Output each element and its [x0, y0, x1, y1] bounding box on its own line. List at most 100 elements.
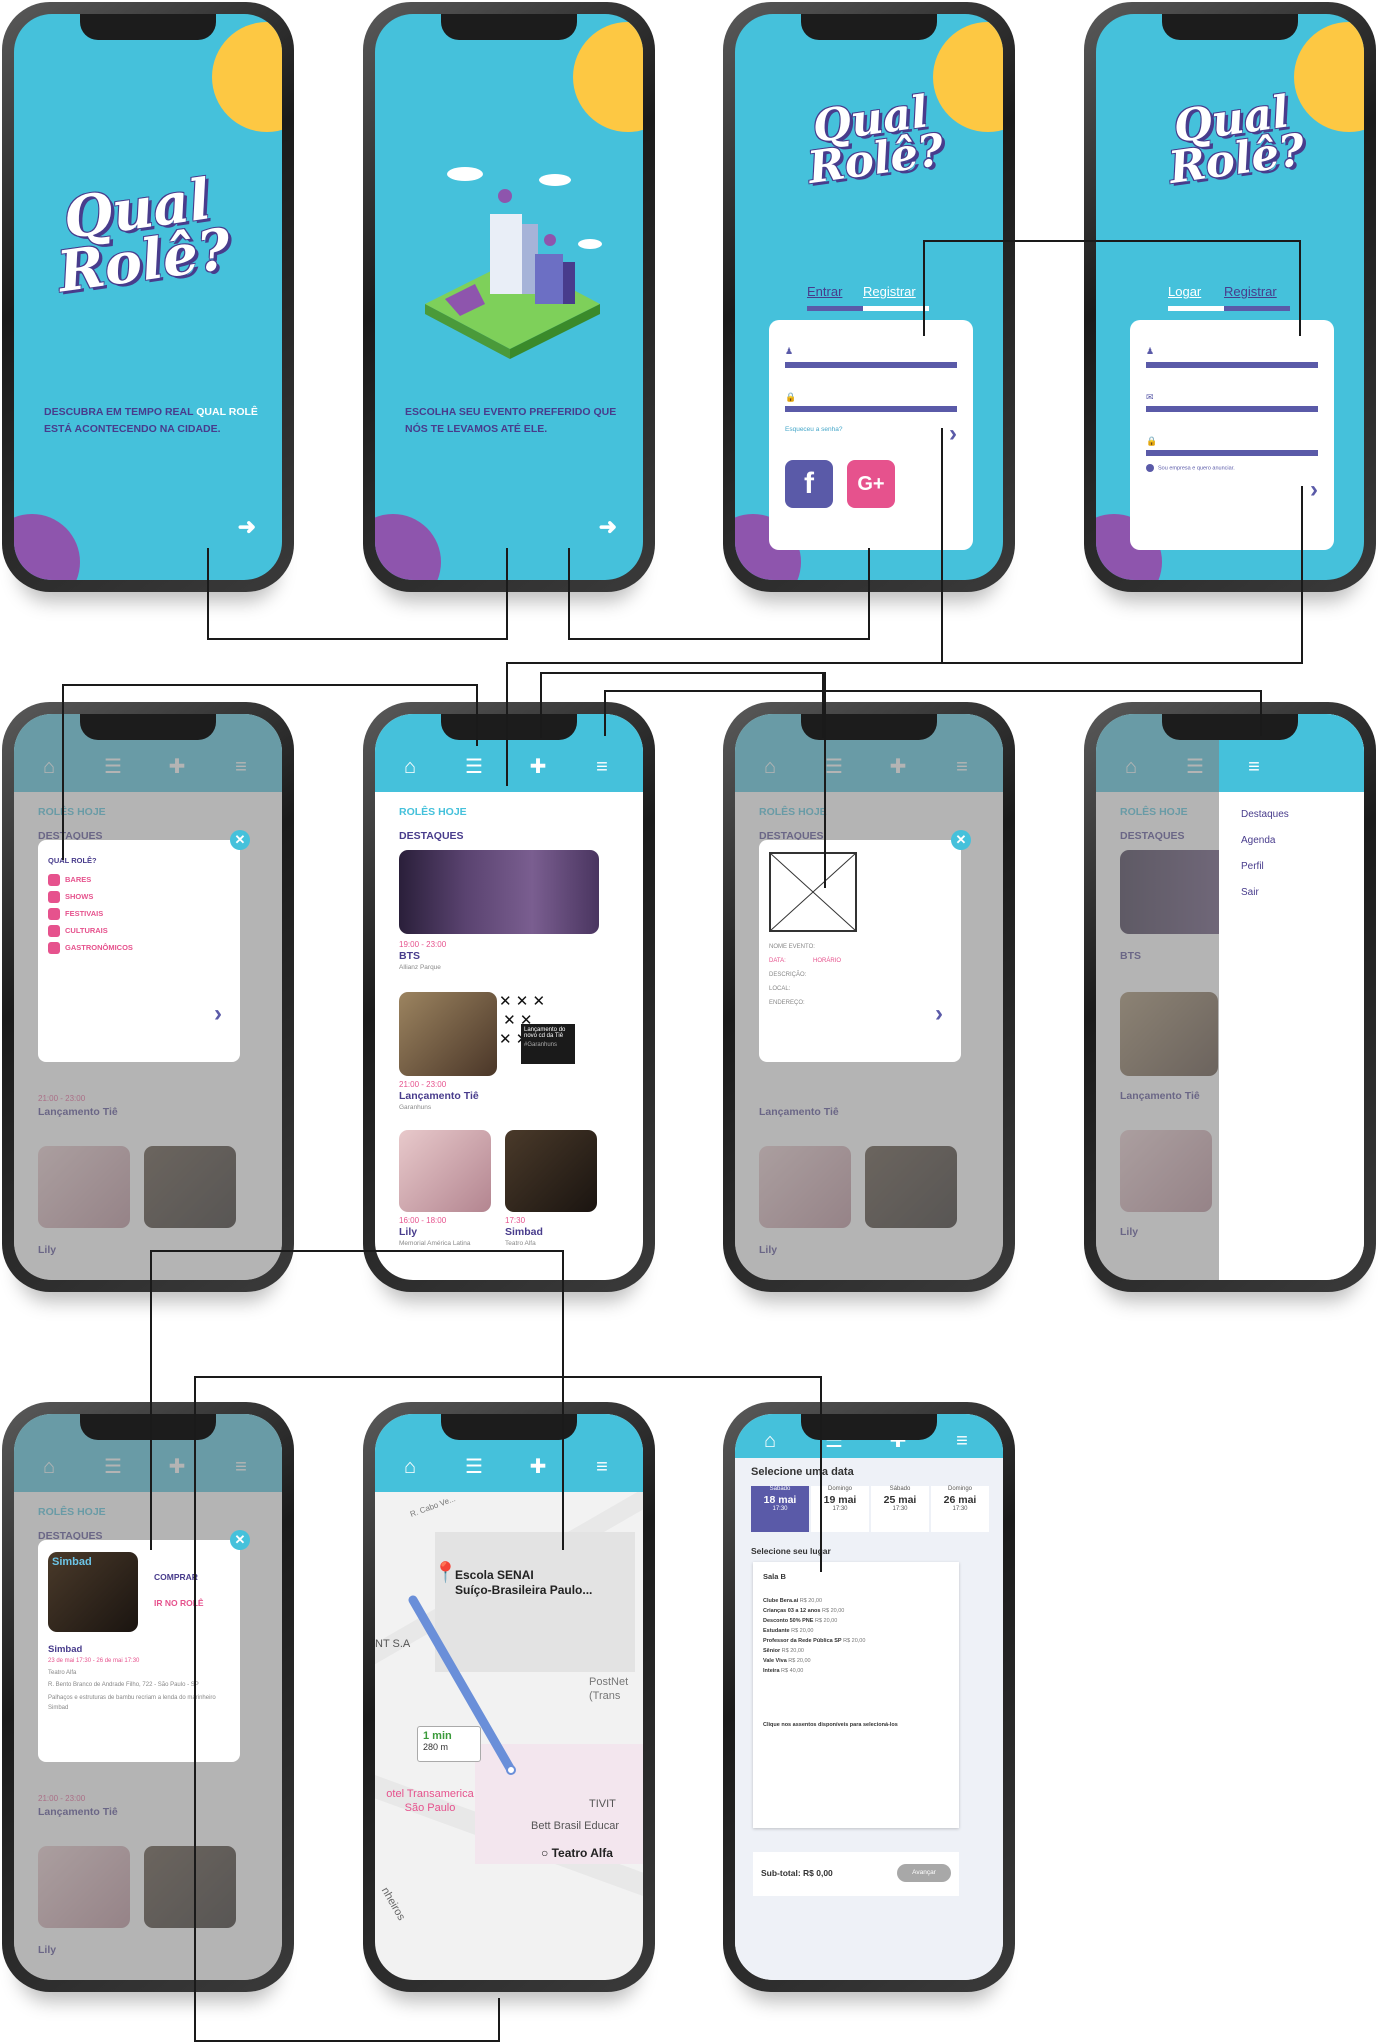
app-logo: Qual Rolê? [1165, 86, 1309, 195]
menu-icon[interactable]: ≡ [947, 1428, 977, 1454]
lily-image[interactable] [399, 1130, 491, 1212]
filter-popup: QUAL ROLÊ? BARES SHOWS FESTIVAIS CULTURA… [38, 840, 240, 1062]
login-card: ♟ 🔒 Esqueceu a senha? › f G+ [769, 320, 973, 550]
close-icon[interactable]: ✕ [230, 1530, 250, 1550]
mail-icon: ✉ [1146, 392, 1154, 402]
home-icon[interactable]: ⌂ [395, 754, 425, 780]
event-name-label[interactable]: NOME EVENTO: [769, 944, 815, 950]
tivit-label: TIVIT [589, 1798, 616, 1810]
notch [80, 14, 216, 40]
tab-registrar[interactable]: Registrar [863, 284, 916, 299]
event-desc-label[interactable]: DESCRIÇÃO: [769, 972, 806, 978]
app-logo: Qual Rolê? [804, 86, 948, 195]
feed-screen: ⌂ ☰ ✚ ≡ ROLÊS HOJE DESTAQUES 19:00 - 23:… [375, 714, 643, 1280]
postnet-label: PostNet (Trans [589, 1676, 629, 1702]
filter-shows[interactable]: SHOWS [48, 891, 93, 903]
event-time: 16:00 - 18:00 [399, 1216, 447, 1225]
date-option[interactable]: Sábado 18 mai 17:30 [751, 1486, 809, 1532]
detail-venue: Teatro Alfa [48, 1670, 77, 1676]
menu-item-destaques[interactable]: Destaques [1219, 802, 1364, 828]
flow-connector [506, 662, 1303, 664]
email-field[interactable] [1146, 406, 1318, 412]
event-title[interactable]: BTS [399, 950, 420, 962]
advance-button[interactable]: Avançar [897, 1864, 951, 1882]
event-local-label[interactable]: LOCAL: [769, 986, 790, 992]
event-form-popup: NOME EVENTO: DATA: HORÁRIO DESCRIÇÃO: LO… [759, 840, 961, 1062]
go-button[interactable]: IR NO ROLÊ [154, 1598, 204, 1608]
date-option[interactable]: Sábado 25 mai 17:30 [871, 1486, 929, 1532]
password-field[interactable] [1146, 450, 1318, 456]
school-label: Escola SENAI Suíço-Brasileira Paulo... [455, 1568, 593, 1597]
facebook-button[interactable]: f [785, 460, 833, 508]
menu-icon[interactable]: ≡ [587, 754, 617, 780]
route-info-box: 1 min 280 m [417, 1726, 481, 1762]
filter-bares[interactable]: BARES [48, 874, 91, 886]
menu-item-perfil[interactable]: Perfil [1219, 854, 1364, 880]
plus-icon[interactable]: ✚ [523, 754, 553, 780]
date-option[interactable]: Domingo 19 mai 17:30 [811, 1486, 869, 1532]
next-chevron-icon[interactable]: › [214, 1000, 222, 1028]
filter-culturais[interactable]: CULTURAIS [48, 925, 108, 937]
filter-screen: ⌂ ☰ ✚ ≡ ROLÊS HOJE DESTAQUES 21:00 - 23:… [14, 714, 282, 1280]
auth-tabs: Entrar Registrar [807, 284, 947, 311]
phone-detail: ⌂ ☰ ✚ ≡ ROLÊS HOJE DESTAQUES 21:00 - 23:… [2, 1402, 294, 1992]
event-hour-label[interactable]: HORÁRIO [813, 958, 841, 964]
plus-icon[interactable]: ✚ [523, 1454, 553, 1480]
tab-entrar[interactable]: Entrar [807, 284, 842, 299]
password-field[interactable] [785, 406, 957, 412]
submit-chevron-icon[interactable]: › [1310, 476, 1318, 504]
filter-icon[interactable]: ☰ [459, 1454, 489, 1480]
menu-icon[interactable]: ≡ [587, 1454, 617, 1480]
next-arrow-icon[interactable]: ➜ [238, 514, 256, 540]
event-place: Teatro Alfa [505, 1240, 536, 1247]
price-row: Clube Bera.ai R$ 20,00 [763, 1598, 823, 1604]
filter-icon[interactable]: ☰ [459, 754, 489, 780]
next-arrow-icon[interactable]: ➜ [599, 514, 617, 540]
phone-map: ⌂ ☰ ✚ ≡ R. Cabo Ve... 📍 Escola SENAI Suíç… [363, 1402, 655, 1992]
menu-item-agenda[interactable]: Agenda [1219, 828, 1364, 854]
tab-registrar[interactable]: Registrar [1224, 284, 1277, 299]
subtotal-bar: Sub-total: R$ 0,00 Avançar [753, 1852, 959, 1896]
theater-label: ○ Teatro Alfa [541, 1846, 613, 1860]
tab-indicator [863, 306, 929, 311]
tab-logar[interactable]: Logar [1168, 284, 1201, 299]
phone-menu: ⌂ ☰ ROLÊS HOJE DESTAQUES BTS Lançamento … [1084, 702, 1376, 1292]
event-place: Allianz Parque [399, 964, 441, 971]
price-row: Professor da Rede Pública SP R$ 20,00 [763, 1638, 866, 1644]
event-time: 21:00 - 23:00 [399, 1080, 447, 1089]
close-icon[interactable]: ✕ [951, 830, 971, 850]
forgot-password-link[interactable]: Esqueceu a senha? [785, 426, 842, 433]
home-icon[interactable]: ⌂ [395, 1454, 425, 1480]
user-icon: ♟ [1146, 346, 1155, 356]
username-field[interactable] [1146, 362, 1318, 368]
splash-tagline: DESCUBRA EM TEMPO REAL QUAL ROLÊ ESTÁ ACO… [44, 406, 258, 435]
home-icon[interactable]: ⌂ [755, 1428, 785, 1454]
simbad-image[interactable] [505, 1130, 597, 1212]
event-title[interactable]: Lançamento Tiê [399, 1090, 479, 1102]
side-menu: ≡ Destaques Agenda Perfil Sair [1219, 714, 1364, 1280]
menu-icon[interactable]: ≡ [1239, 754, 1269, 780]
google-button[interactable]: G+ [847, 460, 895, 508]
user-icon: ♟ [785, 346, 794, 356]
bts-image[interactable] [399, 850, 599, 934]
event-title[interactable]: Lily [399, 1226, 417, 1238]
company-checkbox[interactable]: Sou empresa e quero anunciar. [1146, 464, 1235, 472]
tie-image[interactable] [399, 992, 497, 1076]
dim-overlay [1096, 714, 1219, 1280]
username-field[interactable] [785, 362, 957, 368]
bett-label: Bett Brasil Educar [531, 1820, 620, 1832]
next-chevron-icon[interactable]: › [935, 1000, 943, 1028]
filter-festivais[interactable]: FESTIVAIS [48, 908, 103, 920]
register-screen: Qual Rolê? Logar Registrar ♟ ✉ 🔒 Sou empr… [1096, 14, 1364, 580]
event-address-label[interactable]: ENDEREÇO: [769, 1000, 805, 1006]
submit-chevron-icon[interactable]: › [949, 420, 957, 448]
image-placeholder-icon[interactable] [769, 852, 857, 932]
menu-item-sair[interactable]: Sair [1219, 880, 1364, 906]
event-date-label[interactable]: DATA: [769, 958, 786, 964]
close-icon[interactable]: ✕ [230, 830, 250, 850]
buy-button[interactable]: COMPRAR [154, 1572, 198, 1582]
date-option[interactable]: Domingo 26 mai 17:30 [931, 1486, 989, 1532]
filter-gastronomicos[interactable]: GASTRONÔMICOS [48, 942, 133, 954]
detail-address: R. Bento Branco de Andrade Filho, 722 - … [48, 1682, 199, 1688]
event-title[interactable]: Simbad [505, 1226, 543, 1238]
